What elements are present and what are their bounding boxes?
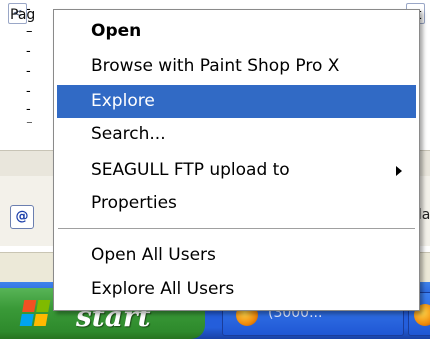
ruler-mark: - <box>26 102 31 117</box>
context-menu: Open Browse with Paint Shop Pro X Explor… <box>53 9 420 311</box>
menu-item-open[interactable]: Open <box>57 15 416 48</box>
status-text-left: Pag <box>10 7 36 23</box>
menu-item-explore-all-users[interactable]: Explore All Users <box>57 273 416 306</box>
menu-item-label: SEAGULL FTP upload to <box>91 160 290 180</box>
submenu-arrow-icon <box>396 166 402 176</box>
menu-item-explore[interactable]: Explore <box>57 85 416 118</box>
address-icon[interactable]: @ <box>10 205 34 229</box>
windows-logo-icon <box>19 300 51 326</box>
ruler-mark: ⁻ <box>26 118 33 133</box>
ruler-mark: - <box>26 64 31 79</box>
ruler-mark: - <box>26 84 31 99</box>
menu-item-search[interactable]: Search... <box>57 118 416 151</box>
menu-item-seagull-ftp-upload[interactable]: SEAGULL FTP upload to <box>57 154 416 187</box>
ruler-mark: – <box>26 24 33 39</box>
menu-item-open-all-users[interactable]: Open All Users <box>57 239 416 272</box>
menu-item-browse-with-paint-shop-pro[interactable]: Browse with Paint Shop Pro X <box>57 50 416 83</box>
menu-separator <box>58 228 415 229</box>
ruler-mark: - <box>26 44 31 59</box>
menu-item-properties[interactable]: Properties <box>57 187 416 220</box>
